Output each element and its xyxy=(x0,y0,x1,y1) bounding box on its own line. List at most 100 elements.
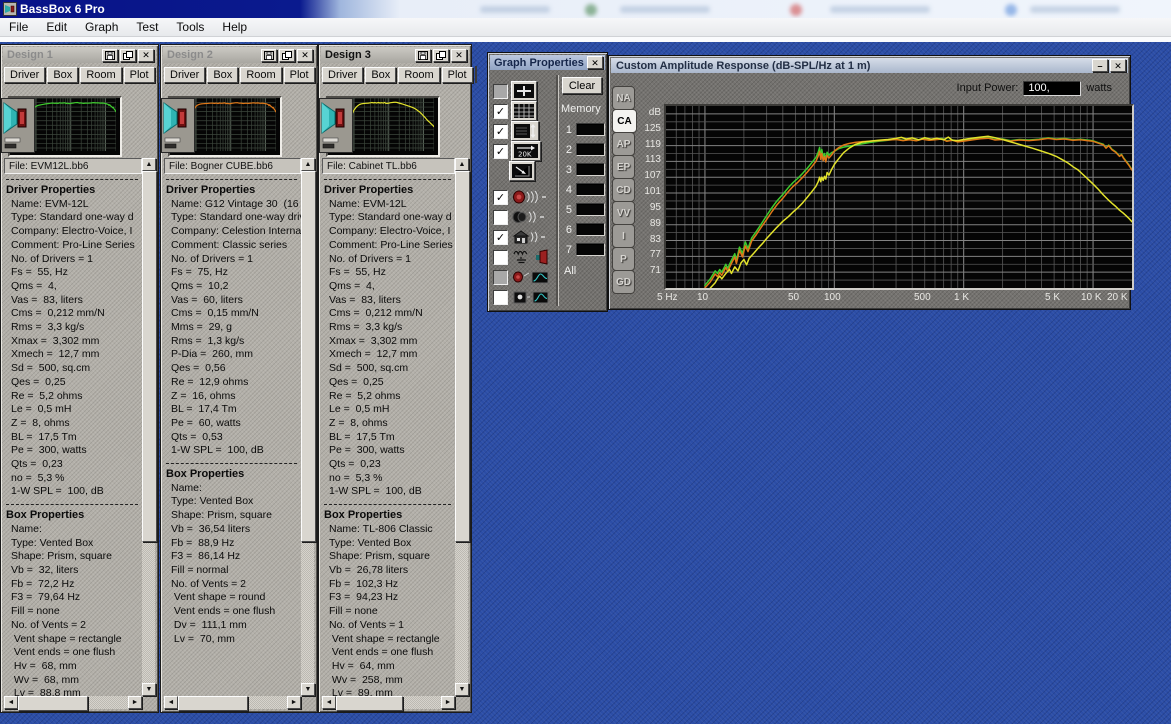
graph-window-titlebar[interactable]: Custom Amplitude Response (dB-SPL/Hz at … xyxy=(611,58,1128,73)
graph-tab-na[interactable]: NA xyxy=(612,86,635,110)
graph-tab-ap[interactable]: AP xyxy=(612,132,635,156)
memory-slot[interactable] xyxy=(576,123,605,136)
graph-tab-cd[interactable]: CD xyxy=(612,178,635,202)
menu-item-graph[interactable]: Graph xyxy=(76,19,127,35)
design-titlebar[interactable]: Design 1 ✕ xyxy=(3,47,156,63)
corner-resize-icon[interactable] xyxy=(509,161,535,181)
plot-color-swatch[interactable] xyxy=(157,66,159,83)
scroll-thumb[interactable] xyxy=(301,171,316,542)
tab-room[interactable]: Room xyxy=(80,67,121,83)
grid-checkbox[interactable]: ✓ xyxy=(493,104,508,119)
graph-properties-titlebar[interactable]: Graph Properties ✕ xyxy=(490,55,605,70)
scroll-thumb[interactable] xyxy=(336,696,403,711)
scroll-down-icon[interactable]: ▼ xyxy=(142,683,156,696)
scroll-right-icon[interactable]: ► xyxy=(128,696,142,709)
close-icon[interactable]: ✕ xyxy=(138,49,154,62)
app-titlebar[interactable]: BassBox 6 Pro xyxy=(0,0,1171,18)
scroll-left-icon[interactable]: ◄ xyxy=(322,696,336,709)
room-acoustic-checkbox[interactable]: ✓ xyxy=(493,230,508,245)
graph-tab-ca[interactable]: CA xyxy=(612,109,637,133)
tab-plot[interactable]: Plot xyxy=(284,67,315,83)
filter-network-checkbox[interactable] xyxy=(493,250,508,265)
menu-item-tools[interactable]: Tools xyxy=(167,19,213,35)
save-design-icon[interactable] xyxy=(102,49,118,62)
close-icon[interactable]: ✕ xyxy=(587,56,603,69)
tab-box[interactable]: Box xyxy=(365,67,396,83)
horizontal-scrollbar[interactable]: ◄ ► xyxy=(164,696,301,709)
speaker-measure-checkbox[interactable] xyxy=(493,270,508,285)
tab-driver[interactable]: Driver xyxy=(4,67,45,83)
duplicate-design-icon[interactable] xyxy=(433,49,449,62)
speaker-isobaric-icon[interactable] xyxy=(511,208,549,226)
tab-box[interactable]: Box xyxy=(207,67,238,83)
design-titlebar[interactable]: Design 2 ✕ xyxy=(163,47,315,63)
speaker-normal-checkbox[interactable]: ✓ xyxy=(493,190,508,205)
scroll-up-icon[interactable]: ▲ xyxy=(142,158,156,171)
tab-plot[interactable]: Plot xyxy=(442,67,473,83)
tab-driver[interactable]: Driver xyxy=(164,67,205,83)
memory-slot[interactable] xyxy=(576,203,605,216)
close-icon[interactable]: ✕ xyxy=(297,49,313,62)
scroll-up-icon[interactable]: ▲ xyxy=(455,158,469,171)
scroll-left-icon[interactable]: ◄ xyxy=(4,696,18,709)
menu-item-file[interactable]: File xyxy=(0,19,37,35)
graph-tab-p[interactable]: P xyxy=(612,247,635,271)
tab-plot[interactable]: Plot xyxy=(124,67,155,83)
scroll-down-icon[interactable]: ▼ xyxy=(455,683,469,696)
tab-box[interactable]: Box xyxy=(47,67,78,83)
mic-measure-checkbox[interactable] xyxy=(493,290,508,305)
grid-icon[interactable] xyxy=(511,101,537,121)
scroll-right-icon[interactable]: ► xyxy=(287,696,301,709)
graph-tab-gd[interactable]: GD xyxy=(612,270,635,294)
graph-tab-i[interactable]: I xyxy=(612,224,635,248)
vertical-scrollbar[interactable]: ▲ ▼ xyxy=(301,158,314,696)
clear-button[interactable]: Clear xyxy=(562,77,602,94)
speaker-isobaric-checkbox[interactable] xyxy=(493,210,508,225)
room-acoustic-icon[interactable] xyxy=(511,228,549,246)
vertical-scrollbar[interactable]: ▲ ▼ xyxy=(455,158,468,696)
horizontal-scrollbar[interactable]: ◄ ► xyxy=(322,696,455,709)
memory-slot[interactable] xyxy=(576,163,605,176)
scroll-up-icon[interactable]: ▲ xyxy=(301,158,315,171)
save-design-icon[interactable] xyxy=(415,49,431,62)
duplicate-design-icon[interactable] xyxy=(279,49,295,62)
memory-slot[interactable] xyxy=(576,143,605,156)
menu-item-test[interactable]: Test xyxy=(127,19,167,35)
tab-room[interactable]: Room xyxy=(240,67,281,83)
scroll-thumb[interactable] xyxy=(178,696,248,711)
design-titlebar[interactable]: Design 3 ✕ xyxy=(321,47,469,63)
input-power-field[interactable] xyxy=(1023,81,1081,96)
scroll-right-icon[interactable]: ► xyxy=(441,696,455,709)
tab-room[interactable]: Room xyxy=(398,67,439,83)
speaker-measure-icon[interactable] xyxy=(511,268,551,286)
scroll-thumb[interactable] xyxy=(142,171,157,542)
scroll-down-icon[interactable]: ▼ xyxy=(301,683,315,696)
save-design-icon[interactable] xyxy=(261,49,277,62)
crosshair-icon[interactable] xyxy=(511,81,537,101)
mic-measure-icon[interactable] xyxy=(511,288,551,306)
graph-tab-vv[interactable]: VV xyxy=(612,201,635,225)
minimize-icon[interactable]: – xyxy=(1092,59,1108,72)
tab-driver[interactable]: Driver xyxy=(322,67,363,83)
duplicate-design-icon[interactable] xyxy=(120,49,136,62)
vertical-scrollbar[interactable]: ▲ ▼ xyxy=(142,158,155,696)
crosshair-checkbox[interactable] xyxy=(493,84,508,99)
horizontal-scrollbar[interactable]: ◄ ► xyxy=(4,696,142,709)
scale-horizontal-20k-checkbox[interactable]: ✓ xyxy=(493,144,508,159)
scale-vertical-icon[interactable] xyxy=(511,121,539,141)
scroll-left-icon[interactable]: ◄ xyxy=(164,696,178,709)
memory-slot[interactable] xyxy=(576,183,605,196)
memory-slot[interactable] xyxy=(576,223,605,236)
memory-slot[interactable] xyxy=(576,243,605,256)
scale-vertical-checkbox[interactable]: ✓ xyxy=(493,124,508,139)
close-icon[interactable]: ✕ xyxy=(451,49,467,62)
menu-item-help[interactable]: Help xyxy=(213,19,256,35)
plot-color-swatch[interactable] xyxy=(475,66,477,83)
scroll-thumb[interactable] xyxy=(18,696,88,711)
speaker-normal-icon[interactable] xyxy=(511,188,549,206)
scroll-thumb[interactable] xyxy=(455,171,470,542)
graph-tab-ep[interactable]: EP xyxy=(612,155,635,179)
filter-network-icon[interactable] xyxy=(511,248,551,266)
menu-item-edit[interactable]: Edit xyxy=(37,19,76,35)
scale-horizontal-20k-icon[interactable]: 20K xyxy=(511,141,541,161)
